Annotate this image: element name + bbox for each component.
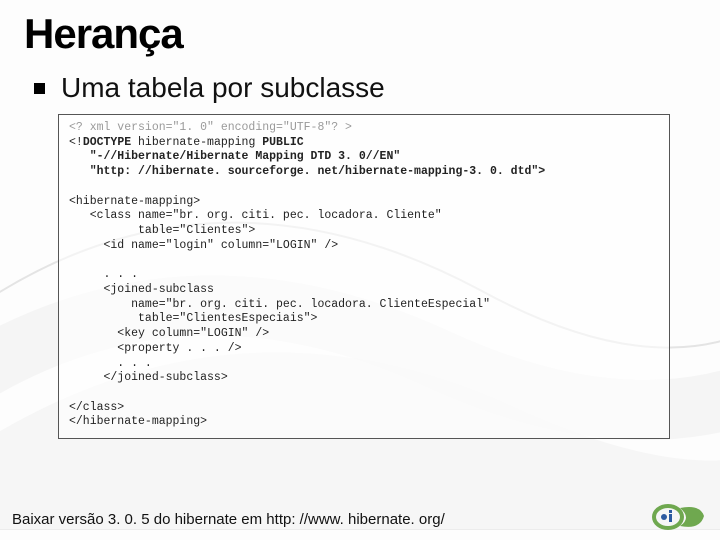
code-line: <? xml version="1. 0" encoding="UTF-8"? …: [69, 121, 352, 134]
code-line: <property . . . />: [69, 342, 242, 355]
code-line: <id name="login" column="LOGIN" />: [69, 239, 338, 252]
subtitle-row: Uma tabela por subclasse: [34, 72, 696, 104]
code-line: <joined-subclass: [69, 283, 214, 296]
code-block: <? xml version="1. 0" encoding="UTF-8"? …: [58, 114, 670, 439]
code-line: </joined-subclass>: [69, 371, 228, 384]
code-line: name="br. org. citi. pec. locadora. Clie…: [69, 298, 490, 311]
code-line: <class name="br. org. citi. pec. locador…: [69, 209, 442, 222]
footer-text: Baixar versão 3. 0. 5 do hibernate em ht…: [0, 511, 720, 528]
code-line: <key column="LOGIN" />: [69, 327, 269, 340]
code-line: <!DOCTYPE hibernate-mapping PUBLIC: [69, 136, 304, 149]
code-line: <hibernate-mapping>: [69, 195, 200, 208]
code-line: </class>: [69, 401, 124, 414]
bullet-icon: [34, 83, 45, 94]
code-line: table="Clientes">: [69, 224, 255, 237]
code-line: . . .: [69, 357, 152, 370]
slide-title: Herança: [24, 10, 696, 58]
logo-icon: [650, 502, 706, 532]
code-line: </hibernate-mapping>: [69, 415, 207, 428]
slide-subtitle: Uma tabela por subclasse: [61, 72, 385, 104]
code-line: . . .: [69, 268, 138, 281]
code-line: table="ClientesEspeciais">: [69, 312, 317, 325]
code-line: "-//Hibernate/Hibernate Mapping DTD 3. 0…: [69, 150, 400, 163]
code-line: "http: //hibernate. sourceforge. net/hib…: [69, 165, 545, 178]
